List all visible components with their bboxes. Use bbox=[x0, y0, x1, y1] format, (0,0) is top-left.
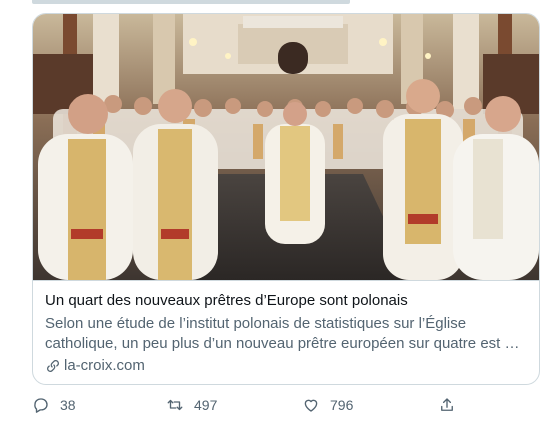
retweet-count: 497 bbox=[194, 397, 218, 413]
card-description: Selon une étude de l’institut polonais d… bbox=[45, 315, 520, 352]
card-domain: la-croix.com bbox=[64, 357, 145, 374]
retweet-icon bbox=[167, 399, 183, 411]
card-image[interactable] bbox=[33, 14, 539, 280]
share-button[interactable] bbox=[438, 396, 466, 414]
card-domain-row: la-croix.com bbox=[45, 356, 527, 376]
tweet-actions: 38 497 796 bbox=[32, 396, 462, 420]
like-button[interactable]: 796 bbox=[302, 396, 353, 414]
like-count: 796 bbox=[330, 397, 354, 413]
previous-item-bar bbox=[32, 0, 350, 4]
share-icon bbox=[441, 398, 453, 411]
retweet-button[interactable]: 497 bbox=[166, 396, 217, 414]
card-headline: Un quart des nouveaux prêtres d’Europe s… bbox=[45, 292, 408, 309]
card-text[interactable]: Un quart des nouveaux prêtres d’Europe s… bbox=[33, 280, 539, 384]
heart-icon bbox=[304, 399, 318, 412]
reply-count: 38 bbox=[60, 397, 76, 413]
reply-icon bbox=[34, 398, 48, 413]
reply-button[interactable]: 38 bbox=[32, 396, 76, 414]
link-icon bbox=[47, 360, 59, 372]
link-preview-card[interactable]: Un quart des nouveaux prêtres d’Europe s… bbox=[32, 13, 540, 385]
